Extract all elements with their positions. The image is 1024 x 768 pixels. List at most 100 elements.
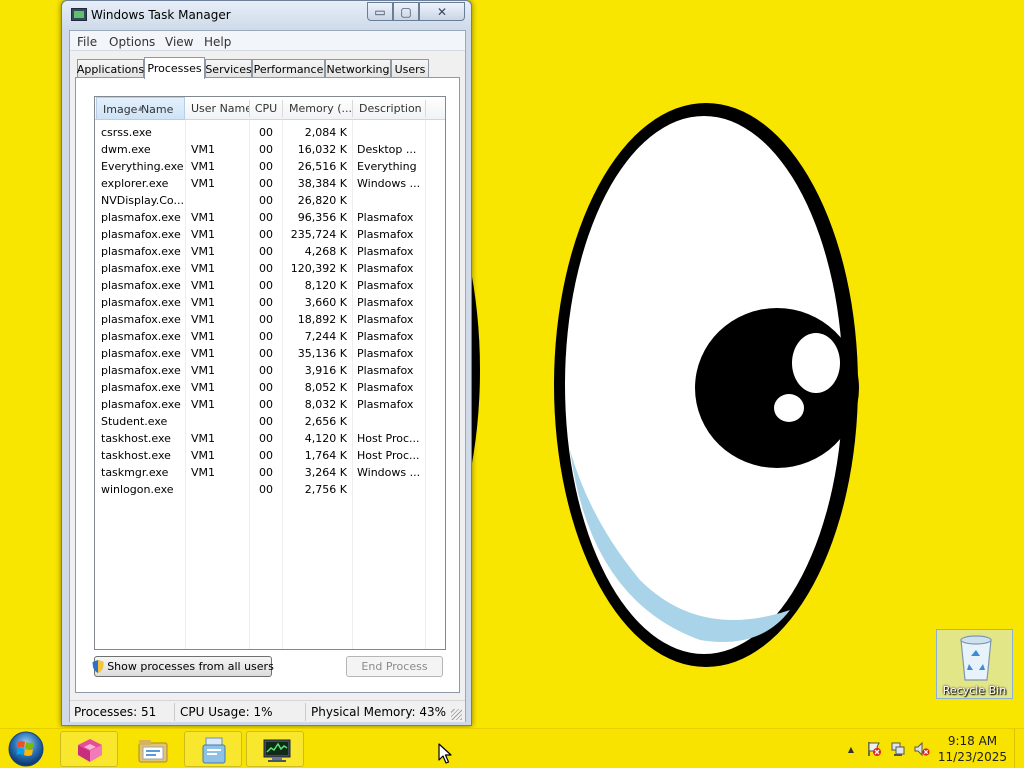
column-description[interactable]: Description <box>353 97 425 120</box>
title-bar[interactable]: Windows Task Manager ▭ ▢ ✕ <box>62 1 471 29</box>
column-memory-label: Memory (... <box>289 102 352 115</box>
table-row[interactable]: taskmgr.exe VM1 00 3,264 K Windows ... <box>95 464 445 481</box>
sort-arrow-icon: ▲ <box>138 104 144 112</box>
table-row[interactable]: plasmafox.exe VM1 00 3,916 K Plasmafox <box>95 362 445 379</box>
column-divider[interactable] <box>425 100 426 117</box>
table-row[interactable]: plasmafox.exe VM1 00 235,724 K Plasmafox <box>95 226 445 243</box>
column-header-row: ▲ Image Name User Name CPU Memory (... D… <box>95 97 445 120</box>
process-memory: 2,656 K <box>304 415 347 428</box>
maximize-button[interactable]: ▢ <box>393 2 419 21</box>
table-row[interactable]: winlogon.exe 00 2,756 K <box>95 481 445 498</box>
column-cpu-label: CPU <box>254 102 278 115</box>
process-user: VM1 <box>191 347 216 360</box>
taskbar-document-viewer[interactable] <box>184 731 242 767</box>
table-row[interactable]: plasmafox.exe VM1 00 35,136 K Plasmafox <box>95 345 445 362</box>
table-row[interactable]: plasmafox.exe VM1 00 3,660 K Plasmafox <box>95 294 445 311</box>
window-title: Windows Task Manager <box>91 8 231 22</box>
close-icon: ✕ <box>436 4 448 19</box>
process-description: Plasmafox <box>357 381 414 394</box>
status-physical-memory: Physical Memory: 43% <box>311 705 447 719</box>
process-cpu: 00 <box>259 194 273 207</box>
tab-applications[interactable]: Applications <box>77 59 144 78</box>
table-row[interactable]: taskhost.exe VM1 00 1,764 K Host Proc... <box>95 447 445 464</box>
table-row[interactable]: plasmafox.exe VM1 00 18,892 K Plasmafox <box>95 311 445 328</box>
table-row[interactable]: plasmafox.exe VM1 00 8,120 K Plasmafox <box>95 277 445 294</box>
table-row[interactable]: NVDisplay.Co... 00 26,820 K <box>95 192 445 209</box>
recycle-bin-label: Recycle Bin <box>942 684 1007 697</box>
tab-processes[interactable]: Processes <box>144 57 205 79</box>
process-memory: 235,724 K <box>290 228 347 241</box>
system-clock[interactable]: 9:18 AM 11/23/2025 <box>935 733 1010 765</box>
table-row[interactable]: plasmafox.exe VM1 00 4,268 K Plasmafox <box>95 243 445 260</box>
process-cpu: 00 <box>259 228 273 241</box>
process-user: VM1 <box>191 245 216 258</box>
task-manager-window: Windows Task Manager ▭ ▢ ✕ File Options … <box>61 0 472 726</box>
column-image-name[interactable]: ▲ Image Name <box>96 97 185 120</box>
process-name: Student.exe <box>101 415 168 428</box>
process-user: VM1 <box>191 381 216 394</box>
process-user: VM1 <box>191 313 216 326</box>
table-row[interactable]: plasmafox.exe VM1 00 8,032 K Plasmafox <box>95 396 445 413</box>
close-button[interactable]: ✕ <box>419 2 465 21</box>
table-row[interactable]: plasmafox.exe VM1 00 120,392 K Plasmafox <box>95 260 445 277</box>
process-memory: 38,384 K <box>297 177 347 190</box>
process-description <box>357 413 425 430</box>
process-memory: 8,032 K <box>304 398 347 411</box>
resize-grip[interactable] <box>451 709 462 720</box>
show-all-processes-button[interactable]: Show processes from all users <box>92 656 274 677</box>
process-description: Plasmafox <box>357 211 414 224</box>
task-manager-icon <box>71 8 87 21</box>
column-user-name-label: User Name <box>191 102 249 115</box>
table-row[interactable]: plasmafox.exe VM1 00 7,244 K Plasmafox <box>95 328 445 345</box>
process-memory: 8,120 K <box>304 279 347 292</box>
menu-help[interactable]: Help <box>204 35 231 49</box>
process-description: Plasmafox <box>357 347 414 360</box>
table-row[interactable]: explorer.exe VM1 00 38,384 K Windows ... <box>95 175 445 192</box>
table-row[interactable]: Student.exe 00 2,656 K <box>95 413 445 430</box>
process-user: VM1 <box>191 228 216 241</box>
network-icon[interactable] <box>889 740 907 758</box>
windows-logo-icon <box>8 731 44 767</box>
taskbar-task-manager[interactable] <box>246 731 304 767</box>
process-cpu: 00 <box>259 432 273 445</box>
column-user-name[interactable]: User Name <box>185 97 249 120</box>
process-memory: 120,392 K <box>290 262 347 275</box>
show-desktop-button[interactable] <box>1014 729 1024 768</box>
tab-services[interactable]: Services <box>205 59 252 78</box>
tab-performance[interactable]: Performance <box>252 59 325 78</box>
tab-networking[interactable]: Networking <box>325 59 391 78</box>
process-name: plasmafox.exe <box>101 279 181 292</box>
process-user <box>191 124 249 141</box>
end-process-button[interactable]: End Process <box>346 656 443 677</box>
process-memory: 4,268 K <box>304 245 347 258</box>
column-cpu[interactable]: CPU <box>250 97 282 120</box>
process-cpu: 00 <box>259 279 273 292</box>
recycle-bin-shortcut[interactable]: Recycle Bin <box>936 629 1013 699</box>
recycle-bin-icon <box>960 635 992 681</box>
menu-options[interactable]: Options <box>109 35 155 49</box>
taskbar-plasmafox[interactable] <box>60 731 118 767</box>
process-name: plasmafox.exe <box>101 262 181 275</box>
start-button[interactable] <box>4 730 48 768</box>
show-hidden-icons-button[interactable]: ▲ <box>842 740 860 758</box>
table-row[interactable]: plasmafox.exe VM1 00 8,052 K Plasmafox <box>95 379 445 396</box>
process-cpu: 00 <box>259 330 273 343</box>
process-cpu: 00 <box>259 126 273 139</box>
process-name: NVDisplay.Co... <box>101 194 184 207</box>
taskbar-file-explorer[interactable] <box>122 731 180 767</box>
action-center-flag-icon[interactable] <box>865 740 883 758</box>
table-row[interactable]: dwm.exe VM1 00 16,032 K Desktop ... <box>95 141 445 158</box>
column-memory[interactable]: Memory (... <box>283 97 352 120</box>
table-row[interactable]: taskhost.exe VM1 00 4,120 K Host Proc... <box>95 430 445 447</box>
process-list[interactable]: ▲ Image Name User Name CPU Memory (... D… <box>94 96 446 650</box>
status-bar: Processes: 51 CPU Usage: 1% Physical Mem… <box>70 700 465 722</box>
table-row[interactable]: csrss.exe 00 2,084 K <box>95 124 445 141</box>
menu-view[interactable]: View <box>165 35 193 49</box>
volume-muted-icon[interactable] <box>913 740 931 758</box>
tab-users[interactable]: Users <box>391 59 429 78</box>
table-row[interactable]: plasmafox.exe VM1 00 96,356 K Plasmafox <box>95 209 445 226</box>
process-user: VM1 <box>191 296 216 309</box>
menu-file[interactable]: File <box>77 35 97 49</box>
table-row[interactable]: Everything.exe VM1 00 26,516 K Everything <box>95 158 445 175</box>
minimize-button[interactable]: ▭ <box>367 2 393 21</box>
